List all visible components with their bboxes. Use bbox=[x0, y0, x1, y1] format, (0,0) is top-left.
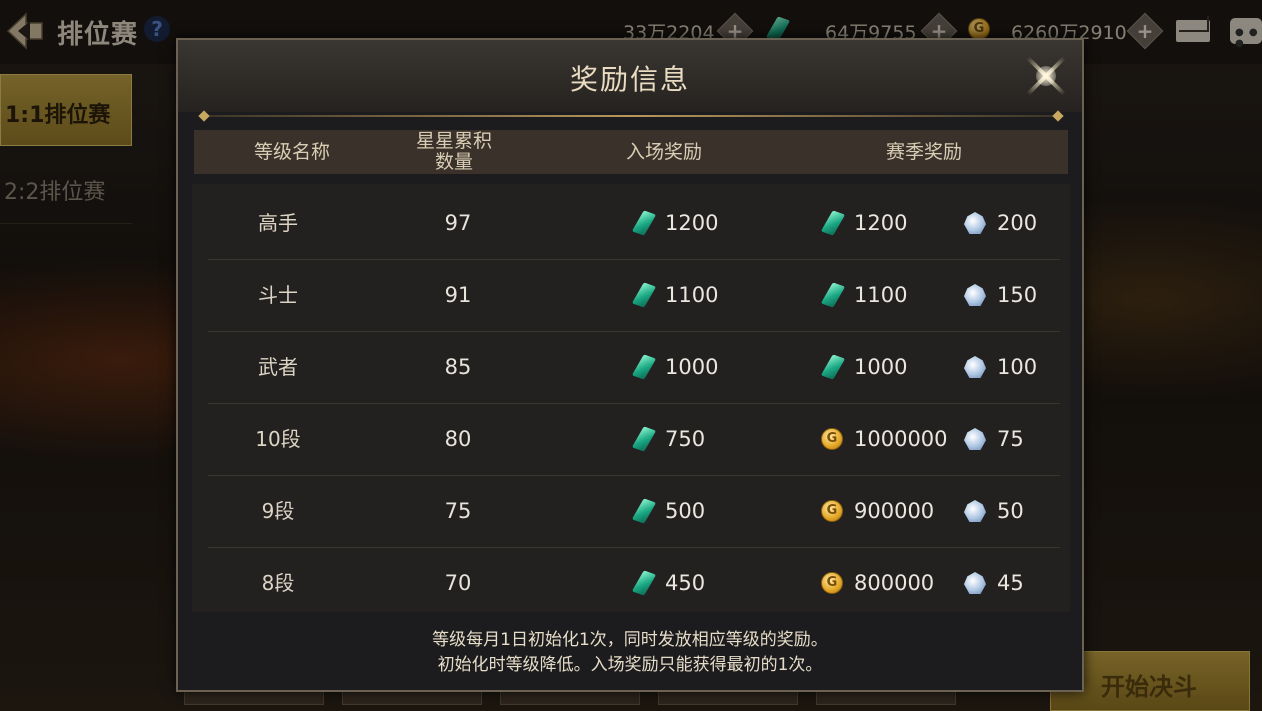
entry-reward-value: 1200 bbox=[665, 211, 719, 235]
level-name: 8段 bbox=[261, 571, 295, 595]
gem-icon bbox=[631, 426, 657, 452]
crystal-icon bbox=[964, 428, 988, 452]
column-season-reward: 赛季奖励 bbox=[885, 141, 962, 163]
table-row: 10段 80 750 G 1000000 75 bbox=[208, 404, 1060, 476]
entry-reward: 1200 bbox=[631, 188, 752, 259]
gem-icon bbox=[820, 210, 846, 236]
column-stars: 星星累积 数量 bbox=[384, 131, 524, 175]
divider-ornament bbox=[1052, 110, 1064, 122]
table-row: 武者 85 1000 1000 100 bbox=[208, 332, 1060, 404]
season-extra-value: 200 bbox=[997, 211, 1038, 235]
star-count: 70 bbox=[444, 571, 472, 595]
close-button[interactable] bbox=[1020, 50, 1072, 102]
gem-icon bbox=[820, 354, 846, 380]
entry-reward: 1000 bbox=[631, 332, 752, 403]
season-extra-value: 50 bbox=[997, 499, 1024, 523]
crystal-icon bbox=[964, 572, 988, 596]
level-name: 10段 bbox=[255, 427, 301, 451]
season-extra-reward: 45 bbox=[964, 548, 1060, 619]
column-stars-line2: 数量 bbox=[434, 151, 473, 173]
entry-reward-value: 500 bbox=[665, 499, 706, 523]
gold-coin-icon: G bbox=[821, 572, 845, 596]
table-row: 斗士 91 1100 1100 150 bbox=[208, 260, 1060, 332]
season-reward-value: 900000 bbox=[854, 499, 935, 523]
season-extra-reward: 150 bbox=[964, 260, 1060, 331]
entry-reward: 1100 bbox=[631, 260, 752, 331]
table-row: 9段 75 500 G 900000 50 bbox=[208, 476, 1060, 548]
gem-icon bbox=[631, 282, 657, 308]
table-row: 8段 70 450 G 800000 45 bbox=[208, 548, 1060, 619]
season-extra-reward: 75 bbox=[964, 404, 1060, 475]
dialog-title: 奖励信息 bbox=[569, 63, 690, 96]
season-reward-value: 1200 bbox=[854, 211, 908, 235]
season-reward: G 800000 bbox=[821, 548, 961, 619]
level-name: 斗士 bbox=[258, 283, 298, 307]
season-extra-reward: 200 bbox=[964, 188, 1060, 259]
entry-reward: 500 bbox=[631, 476, 752, 547]
level-name: 武者 bbox=[258, 355, 298, 379]
entry-reward: 450 bbox=[631, 548, 752, 619]
gold-coin-icon: G bbox=[821, 428, 845, 452]
season-reward: G 900000 bbox=[821, 476, 961, 547]
entry-reward-value: 1100 bbox=[665, 283, 719, 307]
gem-icon bbox=[631, 210, 657, 236]
star-count: 97 bbox=[444, 211, 472, 235]
close-icon-glow bbox=[1036, 66, 1056, 86]
reward-note: 等级每月1日初始化1次，同时发放相应等级的奖励。 初始化时等级降低。入场奖励只能… bbox=[178, 628, 1082, 678]
column-entry-reward: 入场奖励 bbox=[625, 141, 702, 163]
star-count: 75 bbox=[444, 499, 472, 523]
entry-reward-value: 450 bbox=[665, 571, 706, 595]
season-reward-value: 1000 bbox=[854, 355, 908, 379]
reward-info-dialog: 奖励信息 等级名称 星星累积 数量 入场奖励 赛季奖励 高手 97 1200 1… bbox=[176, 38, 1084, 692]
level-name: 高手 bbox=[258, 211, 298, 235]
column-level-name: 等级名称 bbox=[253, 141, 330, 163]
gem-icon bbox=[631, 498, 657, 524]
crystal-icon bbox=[964, 212, 988, 236]
divider bbox=[202, 115, 1058, 117]
table-row: 高手 97 1200 1200 200 bbox=[208, 188, 1060, 260]
crystal-icon bbox=[964, 356, 988, 380]
season-extra-reward: 50 bbox=[964, 476, 1060, 547]
crystal-icon bbox=[964, 500, 988, 524]
season-reward: 1200 bbox=[820, 188, 951, 259]
season-reward-value: 1000000 bbox=[854, 427, 948, 451]
season-extra-value: 150 bbox=[997, 283, 1038, 307]
entry-reward: 750 bbox=[631, 404, 752, 475]
entry-reward-value: 1000 bbox=[665, 355, 719, 379]
season-extra-value: 75 bbox=[997, 427, 1024, 451]
reward-note-line1: 等级每月1日初始化1次，同时发放相应等级的奖励。 bbox=[432, 630, 828, 650]
gem-icon bbox=[820, 282, 846, 308]
reward-note-line2: 初始化时等级降低。入场奖励只能获得最初的1次。 bbox=[437, 655, 823, 675]
season-reward: 1100 bbox=[820, 260, 951, 331]
entry-reward-value: 750 bbox=[665, 427, 706, 451]
season-reward-value: 1100 bbox=[854, 283, 908, 307]
gold-coin-icon: G bbox=[821, 500, 845, 524]
star-count: 85 bbox=[444, 355, 472, 379]
column-stars-line1: 星星累积 bbox=[415, 130, 492, 152]
reward-table: 高手 97 1200 1200 200 斗士 91 1100 1100 150 … bbox=[192, 184, 1070, 612]
level-name: 9段 bbox=[261, 499, 295, 523]
divider-ornament bbox=[198, 110, 210, 122]
gem-icon bbox=[631, 354, 657, 380]
season-reward-value: 800000 bbox=[854, 571, 935, 595]
season-extra-value: 45 bbox=[997, 571, 1024, 595]
gem-icon bbox=[631, 570, 657, 596]
season-extra-value: 100 bbox=[997, 355, 1038, 379]
table-header: 等级名称 星星累积 数量 入场奖励 赛季奖励 bbox=[194, 130, 1068, 174]
star-count: 91 bbox=[444, 283, 472, 307]
season-extra-reward: 100 bbox=[964, 332, 1060, 403]
season-reward: G 1000000 bbox=[821, 404, 961, 475]
dialog-header: 奖励信息 bbox=[178, 40, 1082, 112]
crystal-icon bbox=[964, 284, 988, 308]
star-count: 80 bbox=[444, 427, 472, 451]
season-reward: 1000 bbox=[820, 332, 951, 403]
